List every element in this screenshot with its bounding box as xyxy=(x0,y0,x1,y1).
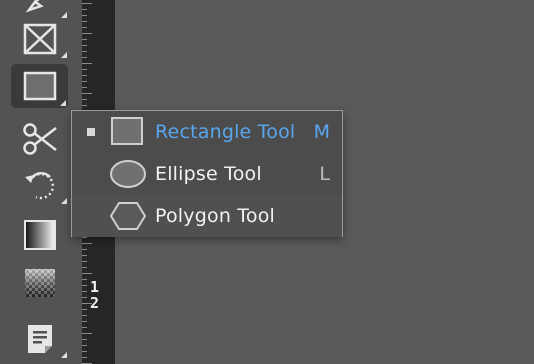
ruler-tick xyxy=(82,273,92,274)
tools-panel xyxy=(0,0,82,364)
app-window: 1 2 Rectangle Tool M Ellipse Tool L Poly… xyxy=(0,0,534,364)
ruler-tick xyxy=(82,303,92,304)
ruler-label-digit-1: 1 xyxy=(90,278,100,296)
scissors-icon xyxy=(22,122,58,156)
ruler-tick xyxy=(82,93,92,94)
rotate-icon xyxy=(22,167,58,203)
gradient-feather-tool-button[interactable] xyxy=(11,262,69,304)
ruler-tick xyxy=(82,291,87,292)
ruler-tick xyxy=(82,15,87,16)
polygon-icon xyxy=(109,200,147,236)
menu-item-shortcut: L xyxy=(319,163,330,185)
ruler-tick xyxy=(82,99,87,100)
ruler-tick xyxy=(82,357,87,358)
ruler-tick xyxy=(82,51,87,52)
rectangle-frame-tool-button[interactable] xyxy=(11,18,69,60)
ruler-tick xyxy=(82,267,87,268)
rectangle-tool-button[interactable] xyxy=(11,64,68,108)
menu-item-label: Rectangle Tool xyxy=(155,121,296,143)
shape-tools-flyout-menu: Rectangle Tool M Ellipse Tool L Polygon … xyxy=(71,110,343,237)
ruler-tick xyxy=(82,63,92,64)
gradient-icon xyxy=(23,219,57,251)
scissors-tool-button[interactable] xyxy=(11,118,69,160)
current-tool-bullet-icon xyxy=(87,128,95,136)
ruler-tick xyxy=(82,345,87,346)
ruler-tick xyxy=(82,75,87,76)
menu-item-label: Polygon Tool xyxy=(155,205,275,227)
ruler-tick xyxy=(82,3,92,4)
ruler-tick xyxy=(82,105,87,106)
ruler-tick xyxy=(82,81,87,82)
ruler-tick xyxy=(82,39,87,40)
ruler-tick xyxy=(82,9,87,10)
menu-item-label: Ellipse Tool xyxy=(155,163,262,185)
ruler-tick xyxy=(82,33,92,34)
ruler-tick xyxy=(82,249,87,250)
ruler-tick xyxy=(82,309,87,310)
rectangle-icon xyxy=(109,116,145,150)
rectangle-icon xyxy=(23,71,57,101)
ruler-tick xyxy=(82,351,87,352)
ruler-tick xyxy=(82,321,87,322)
ruler-tick xyxy=(82,339,87,340)
menu-item-shortcut: M xyxy=(313,121,330,143)
ruler-tick xyxy=(82,45,87,46)
ruler-tick xyxy=(82,261,87,262)
menu-item-ellipse-tool[interactable]: Ellipse Tool L xyxy=(72,153,342,195)
free-transform-tool-button[interactable] xyxy=(11,164,69,206)
menu-item-polygon-tool[interactable]: Polygon Tool xyxy=(72,195,342,237)
ruler-tick xyxy=(82,333,92,334)
ruler-tick xyxy=(82,279,87,280)
ruler-tick xyxy=(82,285,87,286)
ruler-tick xyxy=(82,69,87,70)
ruler-tick xyxy=(82,297,87,298)
menu-item-rectangle-tool[interactable]: Rectangle Tool M xyxy=(72,111,342,153)
ruler-tick xyxy=(82,87,87,88)
note-icon xyxy=(25,322,55,356)
flyout-indicator-icon xyxy=(61,52,67,58)
ruler-tick xyxy=(82,57,87,58)
pen-tool-button[interactable] xyxy=(11,0,69,20)
ruler-tick xyxy=(82,27,87,28)
ruler-tick xyxy=(82,243,92,244)
ruler-tick xyxy=(82,21,87,22)
checker-icon xyxy=(23,267,57,299)
note-tool-button[interactable] xyxy=(11,318,69,360)
ruler-tick xyxy=(82,315,87,316)
ruler-tick xyxy=(82,255,87,256)
flyout-indicator-icon xyxy=(61,198,67,204)
gradient-swatch-tool-button[interactable] xyxy=(11,214,69,256)
pen-icon xyxy=(23,0,57,16)
flyout-indicator-icon xyxy=(60,100,66,106)
ruler-tick xyxy=(82,327,87,328)
frame-x-icon xyxy=(23,23,57,55)
ruler-tick xyxy=(82,237,87,238)
ellipse-icon xyxy=(109,158,147,194)
flyout-indicator-icon xyxy=(61,352,67,358)
